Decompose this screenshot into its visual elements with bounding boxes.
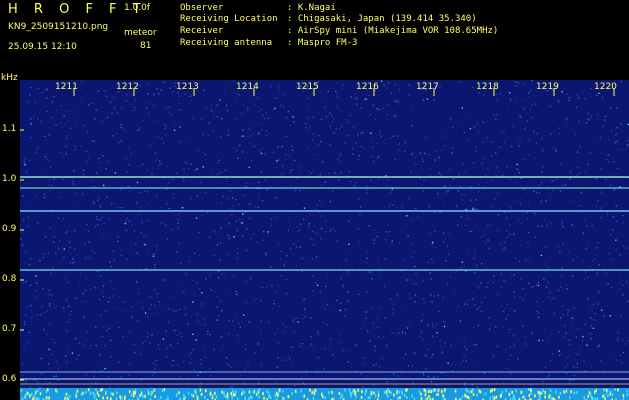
y-tick-1-1: 1.1 [2,124,17,134]
x-tick-1213: 1213 [176,82,199,92]
x-tick-1217: 1217 [416,82,439,92]
x-tick-1218: 1218 [476,82,499,92]
x-tick-1214: 1214 [236,82,259,92]
x-tick-1211: 1211 [55,82,78,92]
spectrogram-panel [20,80,629,400]
y-tick-0-7: 0.7 [2,324,17,334]
y-axis-unit: kHz [1,73,18,83]
spectrogram [20,80,629,400]
noise-speckle [20,80,629,400]
y-tick-0-6: 0.6 [2,374,17,384]
x-tick-1215: 1215 [296,82,319,92]
y-tick-0-9: 0.9 [2,224,17,234]
filename-label: KN9_2509151210.png [8,22,109,32]
meteor-count-label: meteor [124,28,157,38]
x-tick-1220: 1220 [594,82,617,92]
x-tick-1216: 1216 [356,82,379,92]
meta-key-observer: Observer [180,3,224,13]
meta-key-location: Receiving Location [180,14,278,24]
x-tick-1219: 1219 [536,82,559,92]
version-label: 1.0.0f [124,3,151,13]
meteor-count-value: 81 [140,41,152,51]
timestamp-label: 25.09.15 12:10 [8,42,77,52]
y-tick-0-8: 0.8 [2,274,17,284]
meta-value-location: : Chigasaki, Japan (139.414 35.340) [287,14,477,24]
meta-value-antenna: : Maspro FM-3 [287,38,358,48]
meta-key-receiver: Receiver [180,26,224,36]
y-tick-1-0: 1.0 [2,174,17,184]
meta-value-observer: : K.Nagai [287,3,336,13]
meta-key-antenna: Receiving antenna [180,38,273,48]
x-tick-1212: 1212 [116,82,139,92]
meta-value-receiver: : AirSpy mini (Miakejima VOR 108.65MHz) [287,26,499,36]
